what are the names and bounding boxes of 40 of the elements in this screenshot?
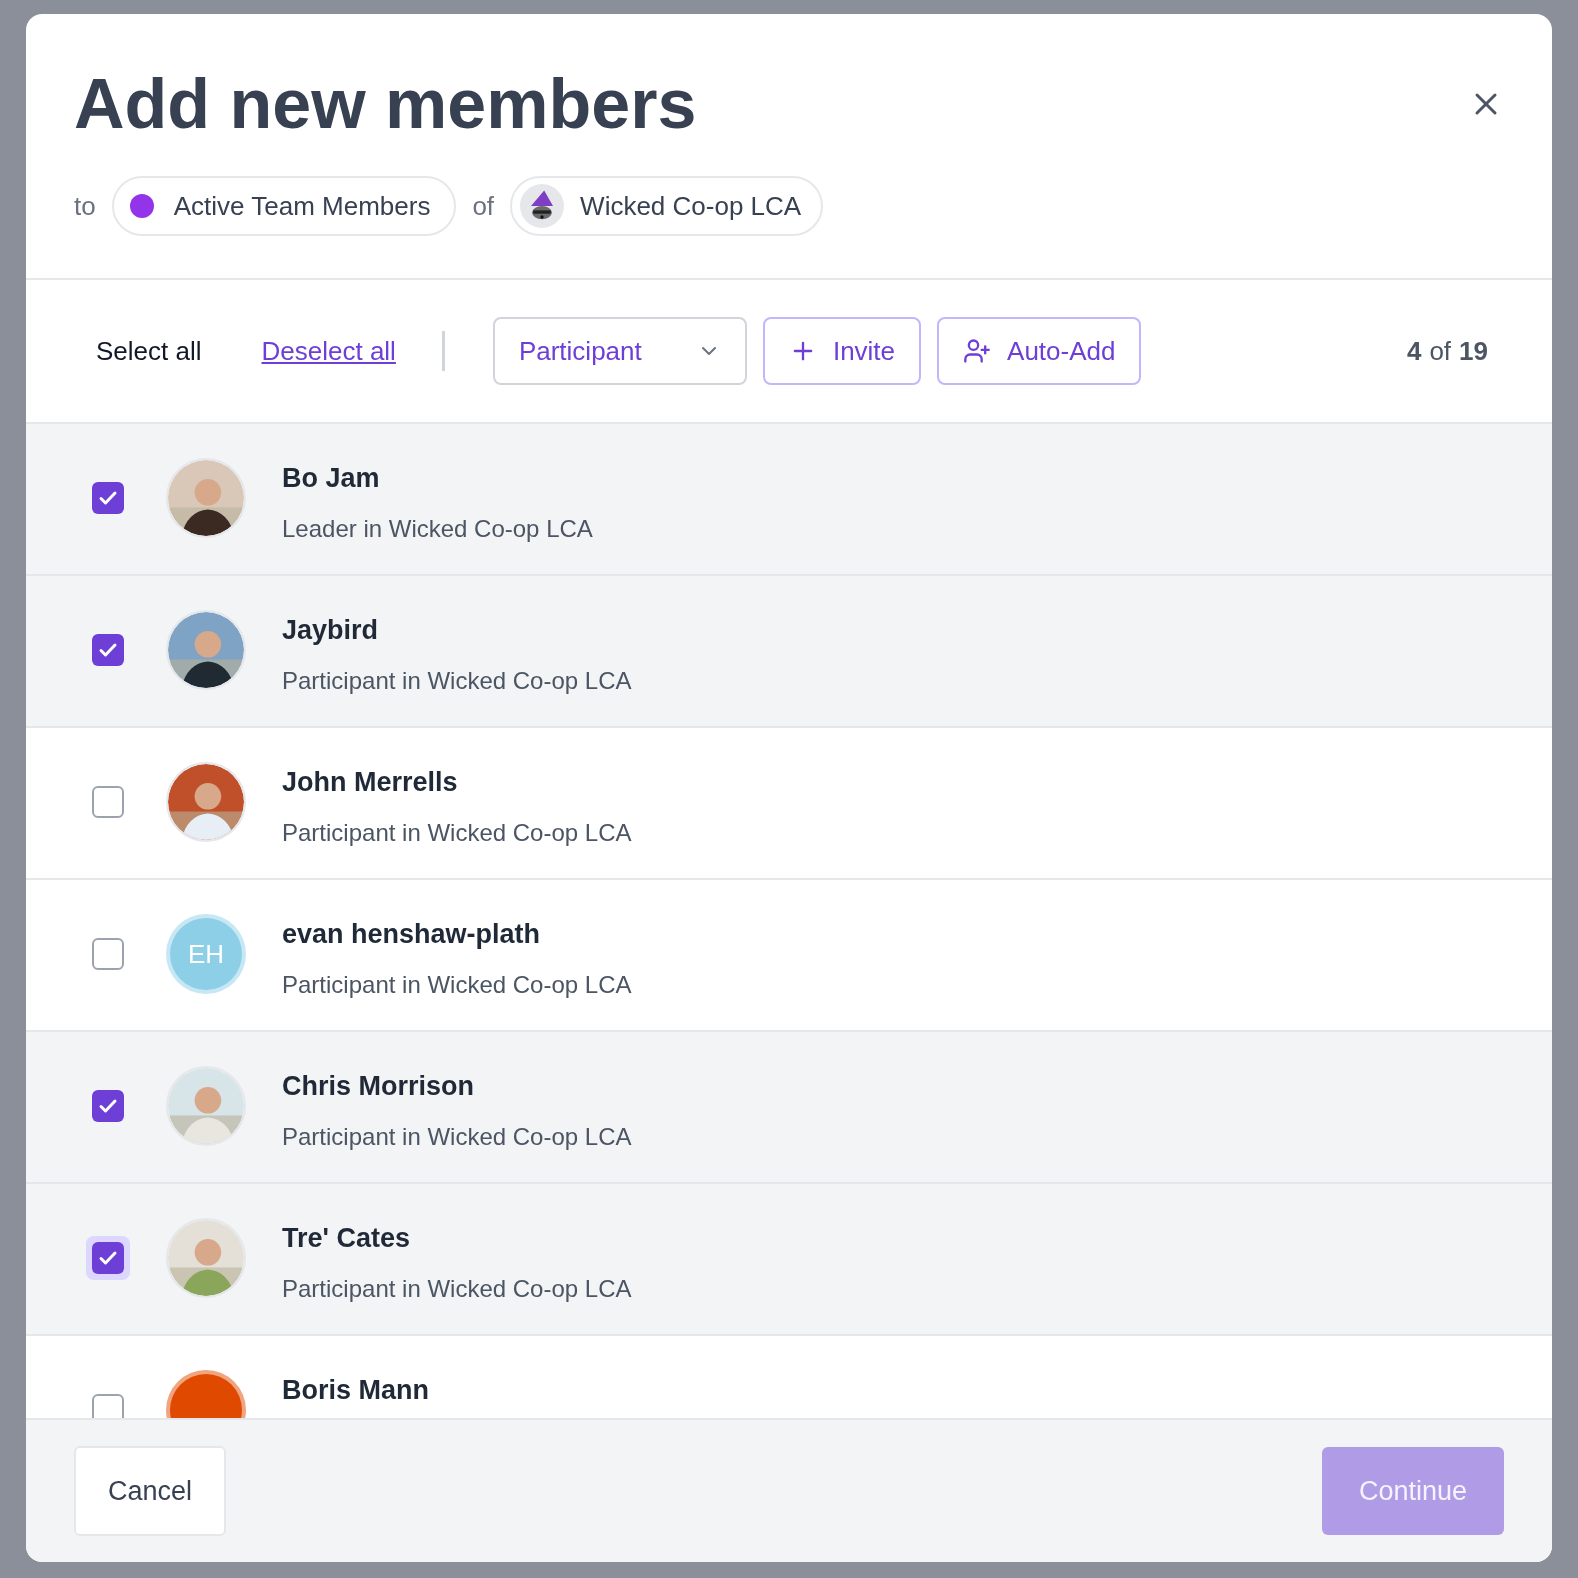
user-plus-icon	[963, 337, 992, 365]
count-separator: of	[1429, 334, 1452, 368]
dialog-title: Add new members	[74, 66, 698, 142]
member-role: Leader in Wicked Co-op LCA	[282, 513, 593, 544]
member-row[interactable]: Chris Morrison Participant in Wicked Co-op LCA	[26, 1032, 1552, 1184]
member-role: Participant in Wicked Co-op LCA	[282, 817, 632, 848]
invite-button[interactable]: Invite	[762, 317, 922, 385]
member-row[interactable]: Tre' Cates Participant in Wicked Co-op LCA	[26, 1184, 1552, 1336]
selected-count: 4	[1406, 334, 1422, 368]
checkbox[interactable]	[92, 634, 124, 666]
select-all-button[interactable]: Select all	[96, 331, 202, 371]
checkbox[interactable]	[92, 1242, 124, 1274]
member-role: Participant in Wicked Co-op LCA	[282, 1273, 632, 1304]
auto-add-button[interactable]: Auto-Add	[937, 317, 1142, 385]
role-dropdown[interactable]: Participant	[492, 317, 747, 385]
member-role: Participant in Wicked Co-op LCA	[282, 969, 632, 1000]
checkbox[interactable]	[92, 482, 124, 514]
member-role: Participant in Wicked Co-op LCA	[282, 665, 632, 696]
checkbox[interactable]	[92, 1394, 124, 1418]
checkbox[interactable]	[92, 1090, 124, 1122]
member-name: Chris Morrison	[282, 1070, 476, 1103]
member-name: Tre' Cates	[282, 1222, 411, 1255]
to-label: to	[74, 189, 96, 223]
member-name: Bo Jam	[282, 462, 381, 495]
member-row[interactable]: Bo Jam Leader in Wicked Co-op LCA	[26, 424, 1552, 576]
total-count: 19	[1459, 334, 1488, 368]
of-label: of	[472, 189, 495, 223]
cancel-button[interactable]: Cancel	[74, 1446, 227, 1536]
avatar-initials: EH	[187, 937, 225, 971]
member-row[interactable]: Jaybird Participant in Wicked Co-op LCA	[26, 576, 1552, 728]
deselect-all-link[interactable]: Deselect all	[261, 331, 396, 371]
organization-chip[interactable]: Wicked Co-op LCA	[510, 176, 824, 236]
member-name: evan henshaw-plath	[282, 918, 542, 951]
checkbox[interactable]	[92, 786, 124, 818]
member-role: Participant in Wicked Co-op LCA	[282, 1121, 632, 1152]
group-chip[interactable]: Active Team Members	[111, 176, 457, 236]
checkbox[interactable]	[92, 938, 124, 970]
member-name: Boris Mann	[282, 1374, 429, 1407]
member-name: Jaybird	[282, 614, 380, 647]
member-name: John Merrells	[282, 766, 459, 799]
